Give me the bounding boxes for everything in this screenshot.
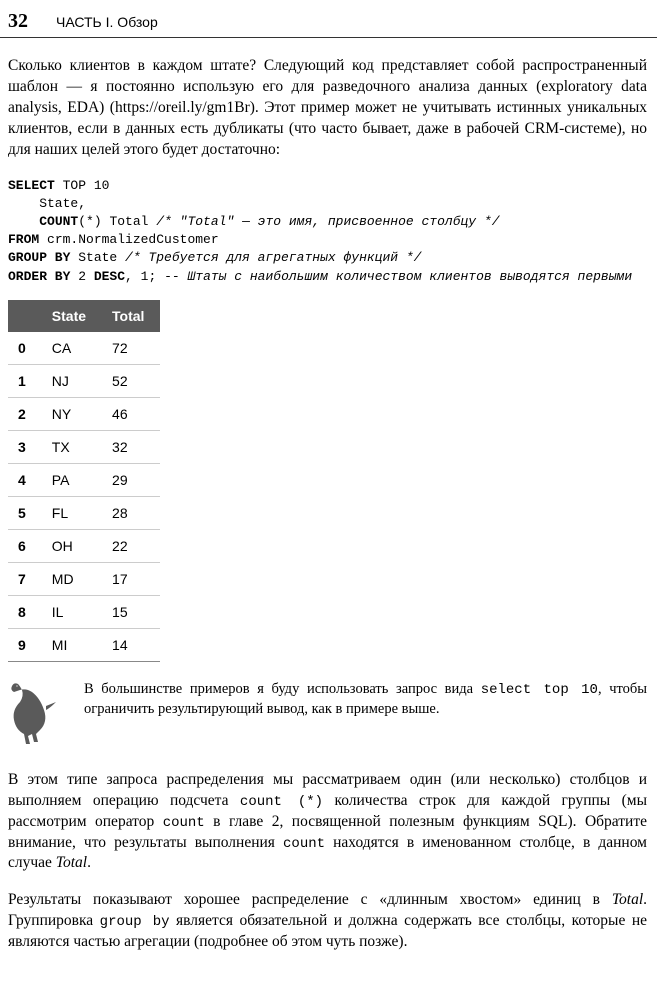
table-row: 1NJ52 — [8, 364, 160, 397]
table-row: 0CA72 — [8, 332, 160, 365]
row-total: 28 — [102, 496, 160, 529]
table-header-total: Total — [102, 300, 160, 332]
row-index: 1 — [8, 364, 42, 397]
code-text: State — [78, 250, 125, 265]
row-index: 0 — [8, 332, 42, 365]
note-text: В большинстве примеров я буду использова… — [84, 676, 647, 719]
code-kw: FROM — [8, 232, 47, 247]
code-text: (*) Total — [78, 214, 156, 229]
code-kw: COUNT — [39, 214, 78, 229]
paragraph-results: Результаты показывают хорошее распределе… — [8, 890, 647, 953]
code-text — [8, 214, 39, 229]
row-state: TX — [42, 430, 102, 463]
paragraph-distrib: В этом типе запроса распределения мы рас… — [8, 770, 647, 875]
page-number: 32 — [8, 10, 28, 33]
note-box: В большинстве примеров я буду использова… — [8, 676, 647, 746]
code-comment: /* "Total" — это имя, присвоенное столбц… — [156, 214, 499, 229]
row-state: MD — [42, 562, 102, 595]
text-part: . — [87, 854, 91, 871]
inline-code: select top 10 — [481, 682, 598, 698]
code-comment: /* Требуется для агрегатных функций */ — [125, 250, 421, 265]
row-total: 72 — [102, 332, 160, 365]
page-header: 32 ЧАСТЬ I. Обзор — [0, 0, 657, 38]
row-total: 46 — [102, 397, 160, 430]
row-total: 15 — [102, 595, 160, 628]
table-header-state: State — [42, 300, 102, 332]
table-row: 6OH22 — [8, 529, 160, 562]
row-index: 5 — [8, 496, 42, 529]
row-index: 2 — [8, 397, 42, 430]
paragraph-intro: Сколько клиентов в каждом штате? Следующ… — [8, 56, 647, 161]
table-row: 2NY46 — [8, 397, 160, 430]
row-state: NJ — [42, 364, 102, 397]
inline-code: count (*) — [240, 794, 323, 810]
row-index: 3 — [8, 430, 42, 463]
row-total: 29 — [102, 463, 160, 496]
code-text: , 1; — [125, 269, 164, 284]
code-kw: GROUP BY — [8, 250, 78, 265]
italic-text: Total — [56, 854, 87, 871]
code-text: State, — [8, 196, 86, 211]
row-index: 6 — [8, 529, 42, 562]
crow-icon — [8, 676, 64, 746]
row-state: CA — [42, 332, 102, 365]
inline-code: count — [163, 815, 205, 831]
code-comment: -- Штаты с наибольшим количеством клиент… — [164, 269, 632, 284]
sql-code-block: SELECT TOP 10 State, COUNT(*) Total /* "… — [8, 177, 647, 286]
row-total: 22 — [102, 529, 160, 562]
note-text-part: В большинстве примеров я буду использова… — [84, 681, 481, 697]
row-total: 52 — [102, 364, 160, 397]
inline-code: count — [283, 836, 325, 852]
table-row: 7MD17 — [8, 562, 160, 595]
row-total: 32 — [102, 430, 160, 463]
italic-text: Total — [612, 891, 643, 908]
code-kw: ORDER BY — [8, 269, 78, 284]
row-state: NY — [42, 397, 102, 430]
table-row: 3TX32 — [8, 430, 160, 463]
inline-code: group by — [100, 914, 170, 930]
row-index: 9 — [8, 628, 42, 661]
row-state: IL — [42, 595, 102, 628]
code-text: crm.NormalizedCustomer — [47, 232, 219, 247]
row-index: 8 — [8, 595, 42, 628]
row-index: 4 — [8, 463, 42, 496]
row-state: OH — [42, 529, 102, 562]
table-row: 8IL15 — [8, 595, 160, 628]
code-kw: SELECT — [8, 178, 63, 193]
table-row: 9MI14 — [8, 628, 160, 661]
table-row: 4PA29 — [8, 463, 160, 496]
row-state: FL — [42, 496, 102, 529]
code-kw: DESC — [94, 269, 125, 284]
table-header-index — [8, 300, 42, 332]
row-index: 7 — [8, 562, 42, 595]
code-text: TOP 10 — [63, 178, 110, 193]
table-row: 5FL28 — [8, 496, 160, 529]
row-total: 14 — [102, 628, 160, 661]
row-state: MI — [42, 628, 102, 661]
result-table: State Total 0CA721NJ522NY463TX324PA295FL… — [8, 300, 160, 662]
section-title: ЧАСТЬ I. Обзор — [56, 14, 158, 30]
code-text: 2 — [78, 269, 94, 284]
row-state: PA — [42, 463, 102, 496]
text-part: Результаты показывают хорошее распределе… — [8, 891, 612, 908]
row-total: 17 — [102, 562, 160, 595]
